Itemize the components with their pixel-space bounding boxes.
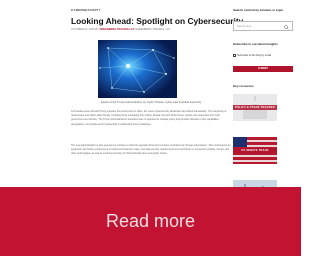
article-author-link[interactable]: GREENBERG TRAURIG LLP xyxy=(100,28,135,31)
read-more-button[interactable]: Read more xyxy=(0,187,301,256)
resource-card[interactable]: POLICY & TRADE TRACKER xyxy=(233,94,277,121)
subscribe-checkbox[interactable] xyxy=(233,54,236,57)
article-hero-image xyxy=(98,40,177,98)
resource-card-label: POLICY & TRADE TRACKER xyxy=(233,105,277,110)
article-title: Looking Ahead: Spotlight on Cybersecurit… xyxy=(71,16,244,26)
search-placeholder: Search here xyxy=(237,25,252,28)
cybersecurity-network-image xyxy=(98,40,177,98)
search-icon[interactable] xyxy=(284,24,289,30)
article-paragraph: The new administration is also expected … xyxy=(71,144,231,156)
subscribe-checkbox-row[interactable]: Subscribe to this blog by email xyxy=(233,54,271,57)
article-paragraph: As President-elect Donald Trump prepares… xyxy=(71,110,227,126)
article-category[interactable]: CYBERSECURITY xyxy=(71,8,231,12)
resource-card-label: US SENATE TRACK xyxy=(233,148,277,153)
article-meta: OCTOBER 01, 2025 BY GREENBERG TRAURIG LL… xyxy=(71,28,231,31)
article-meta-tail: GREENBERG TRAURIG, LLP xyxy=(135,28,171,31)
search-input[interactable]: Search here xyxy=(233,21,293,31)
resource-card[interactable]: US SENATE TRACK xyxy=(233,137,277,164)
article-header: CYBERSECURITY Looking Ahead: Spotlight o… xyxy=(71,8,244,31)
search-heading: Search content by location or topic xyxy=(233,8,284,12)
subscribe-checkbox-label: Subscribe to this blog by email xyxy=(237,54,271,57)
image-caption: Impact of the Trump Administration on Cy… xyxy=(100,101,202,104)
key-resources-heading: Key resources xyxy=(233,84,254,88)
article-date: OCTOBER 01, 2025 xyxy=(71,28,95,31)
sidebar: Search content by location or topic xyxy=(233,8,295,12)
article-by: BY xyxy=(95,28,99,31)
submit-button[interactable]: SUBMIT xyxy=(233,66,293,72)
read-more-label: Read more xyxy=(105,211,196,231)
subscribe-heading: Subscribe to our latest Insights xyxy=(233,42,278,46)
